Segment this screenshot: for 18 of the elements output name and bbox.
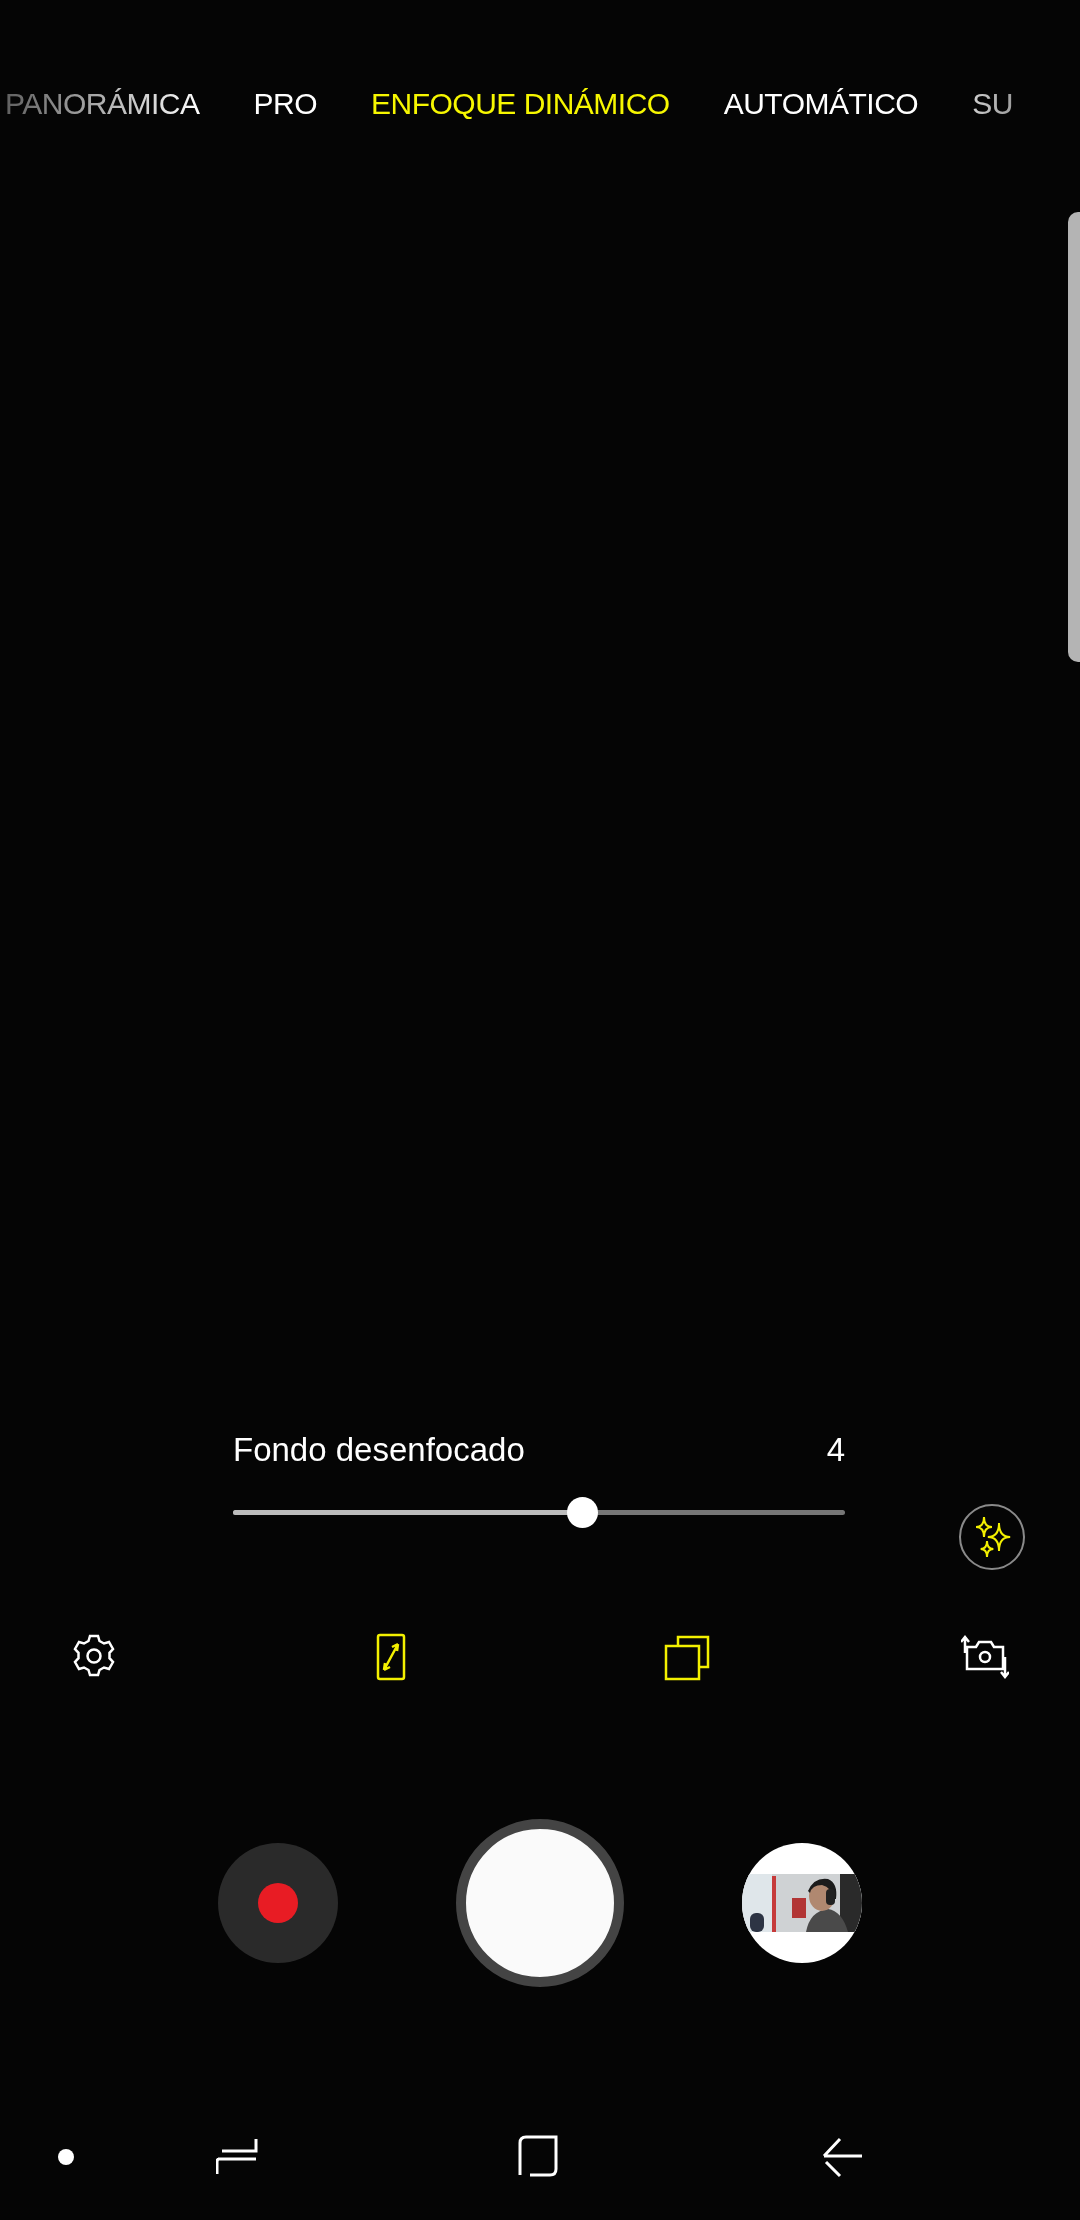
back-icon — [820, 2136, 864, 2178]
blur-slider[interactable] — [233, 1497, 845, 1528]
slider-label: Fondo desenfocado — [233, 1431, 525, 1469]
mode-tab[interactable]: AUTOMÁTICO — [723, 84, 919, 124]
slider-value: 4 — [826, 1431, 845, 1469]
mode-tab[interactable]: SU — [972, 84, 1013, 124]
slider-thumb[interactable] — [566, 1497, 598, 1528]
recents-icon — [216, 2137, 258, 2177]
dot-icon — [58, 2149, 74, 2165]
home-button[interactable] — [516, 2135, 560, 2179]
mode-tab[interactable]: PANORÁMICA — [5, 84, 200, 124]
mode-tab[interactable]: PRO — [253, 84, 317, 124]
mode-tab[interactable]: ENFOQUE DINÁMICO — [371, 84, 670, 124]
home-icon — [516, 2135, 560, 2179]
back-button[interactable] — [820, 2136, 864, 2178]
edge-panel-handle[interactable] — [1068, 212, 1080, 662]
effects-button[interactable] — [959, 1504, 1025, 1570]
recents-button[interactable] — [216, 2137, 258, 2177]
